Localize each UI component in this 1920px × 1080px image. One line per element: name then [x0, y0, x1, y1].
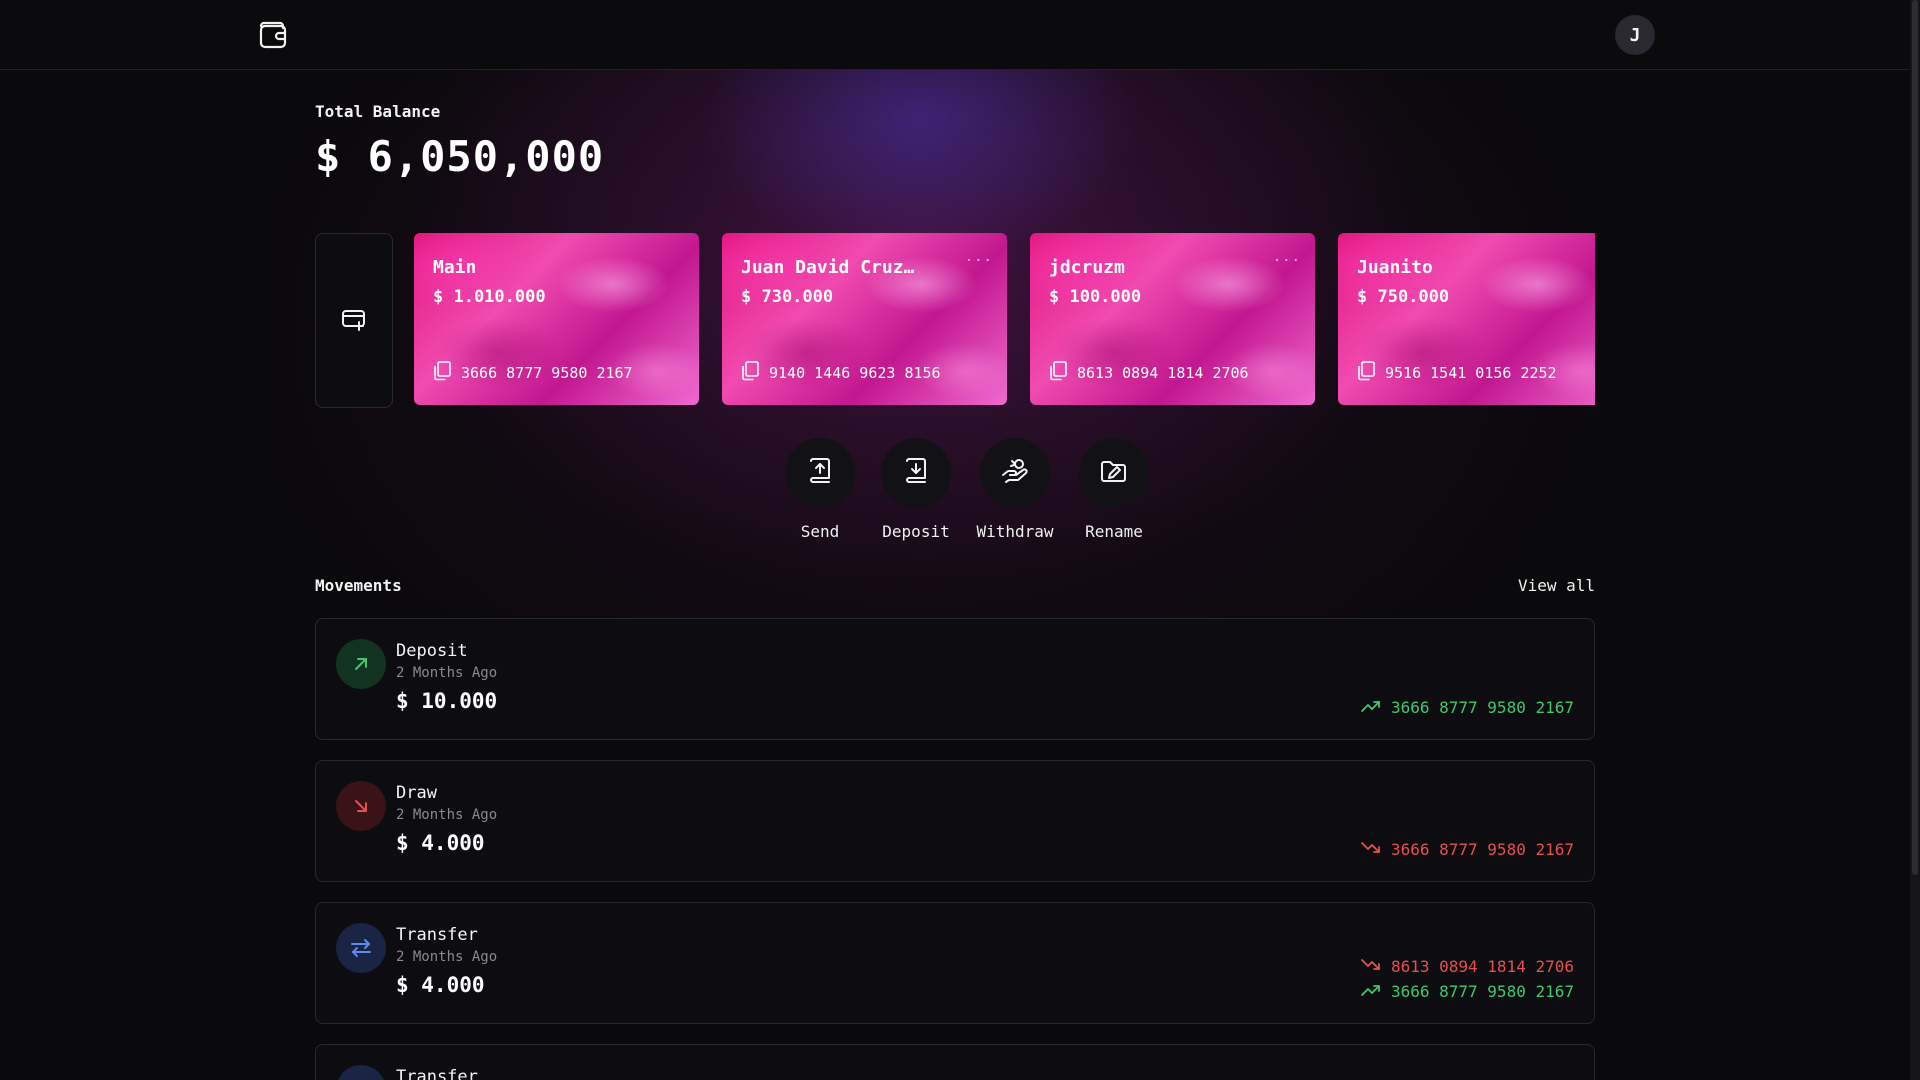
movement-time: 2 Months Ago	[396, 665, 498, 681]
arrow-down-right-icon	[336, 781, 386, 831]
account-number: 3666 8777 9580 2167	[1390, 840, 1574, 859]
cards-carousel: Main $ 1.010.000 3666 8777 9580 2167 Jua…	[315, 233, 1595, 408]
movement-amount: $ 4.000	[396, 831, 485, 855]
card-name: Juan David Cruz…	[741, 257, 915, 278]
movement-amount: $ 4.000	[396, 973, 485, 997]
send-icon	[807, 457, 833, 489]
arrow-up-right-icon	[336, 639, 386, 689]
copy-icon[interactable]	[1049, 361, 1067, 385]
movement-account: 3666 8777 9580 2167	[1361, 698, 1574, 717]
account-number: 8613 0894 1814 2706	[1390, 957, 1574, 976]
withdraw-button[interactable]: Withdraw	[965, 438, 1065, 541]
card-balance: $ 750.000	[1357, 287, 1450, 307]
trending-up-icon	[1361, 982, 1381, 1001]
avatar[interactable]: J	[1615, 15, 1655, 55]
movement-time: 2 Months Ago	[396, 949, 498, 965]
movement-type: Transfer	[396, 925, 478, 945]
card-menu-icon[interactable]: ···	[1273, 253, 1301, 269]
add-card-icon	[340, 305, 368, 337]
deposit-icon	[903, 457, 929, 489]
wallet-icon[interactable]	[255, 17, 291, 53]
rename-label: Rename	[1085, 522, 1143, 541]
movement-account: 8613 0894 1814 2706	[1361, 957, 1574, 976]
card-balance: $ 1.010.000	[433, 287, 546, 307]
total-balance-value: $ 6,050,000	[315, 132, 605, 181]
movement-type: Draw	[396, 783, 437, 803]
movement-type: Transfer	[396, 1067, 478, 1080]
card-name: jdcruzm	[1049, 257, 1125, 278]
card-balance: $ 730.000	[741, 287, 834, 307]
copy-icon[interactable]	[433, 361, 451, 385]
card-number: 8613 0894 1814 2706	[1077, 364, 1249, 382]
top-bar: J	[0, 0, 1910, 70]
movement-account: 3666 8777 9580 2167	[1361, 840, 1574, 859]
scrollbar-thumb[interactable]	[1912, 0, 1918, 875]
account-number: 3666 8777 9580 2167	[1390, 698, 1574, 717]
movement-row[interactable]: Deposit 2 Months Ago $ 10.000 3666 8777 …	[315, 618, 1595, 740]
account-card-juan-david[interactable]: Juan David Cruz… $ 730.000 ··· 9140 1446…	[722, 233, 1007, 405]
card-name: Main	[433, 257, 477, 278]
movement-amount: $ 10.000	[396, 689, 498, 713]
total-balance-label: Total Balance	[315, 102, 441, 121]
view-all-link[interactable]: View all	[1518, 576, 1595, 595]
rename-icon	[1099, 457, 1129, 489]
account-card-juanito[interactable]: Juanito $ 750.000 ··· 9516 1541 0156 225…	[1338, 233, 1595, 405]
trending-up-icon	[1361, 698, 1381, 717]
card-number: 3666 8777 9580 2167	[461, 364, 633, 382]
movement-type: Deposit	[396, 641, 468, 661]
movements-title: Movements	[315, 576, 402, 595]
movement-row[interactable]: Transfer	[315, 1044, 1595, 1080]
account-card-jdcruzm[interactable]: jdcruzm $ 100.000 ··· 8613 0894 1814 270…	[1030, 233, 1315, 405]
card-balance: $ 100.000	[1049, 287, 1142, 307]
transfer-icon	[336, 1065, 386, 1080]
deposit-label: Deposit	[882, 522, 950, 541]
send-label: Send	[800, 522, 840, 541]
rename-button[interactable]: Rename	[1064, 438, 1164, 541]
copy-icon[interactable]	[741, 361, 759, 385]
withdraw-icon	[1000, 457, 1030, 489]
copy-icon[interactable]	[1357, 361, 1375, 385]
withdraw-label: Withdraw	[976, 522, 1054, 541]
card-number: 9140 1446 9623 8156	[769, 364, 941, 382]
send-button[interactable]: Send	[770, 438, 870, 541]
transfer-icon	[336, 923, 386, 973]
card-name: Juanito	[1357, 257, 1433, 278]
account-number: 3666 8777 9580 2167	[1390, 982, 1574, 1001]
deposit-button[interactable]: Deposit	[866, 438, 966, 541]
movement-time: 2 Months Ago	[396, 807, 498, 823]
add-card-button[interactable]	[315, 233, 393, 408]
actions-bar: Send Deposit Withdraw Rename	[770, 438, 1190, 548]
card-menu-icon[interactable]: ···	[965, 253, 993, 269]
movement-row[interactable]: Draw 2 Months Ago $ 4.000 3666 8777 9580…	[315, 760, 1595, 882]
account-card-main[interactable]: Main $ 1.010.000 3666 8777 9580 2167	[414, 233, 699, 405]
trending-down-icon	[1361, 840, 1381, 859]
movement-account: 3666 8777 9580 2167	[1361, 982, 1574, 1001]
movement-row[interactable]: Transfer 2 Months Ago $ 4.000 8613 0894 …	[315, 902, 1595, 1024]
card-number: 9516 1541 0156 2252	[1385, 364, 1557, 382]
trending-down-icon	[1361, 957, 1381, 976]
